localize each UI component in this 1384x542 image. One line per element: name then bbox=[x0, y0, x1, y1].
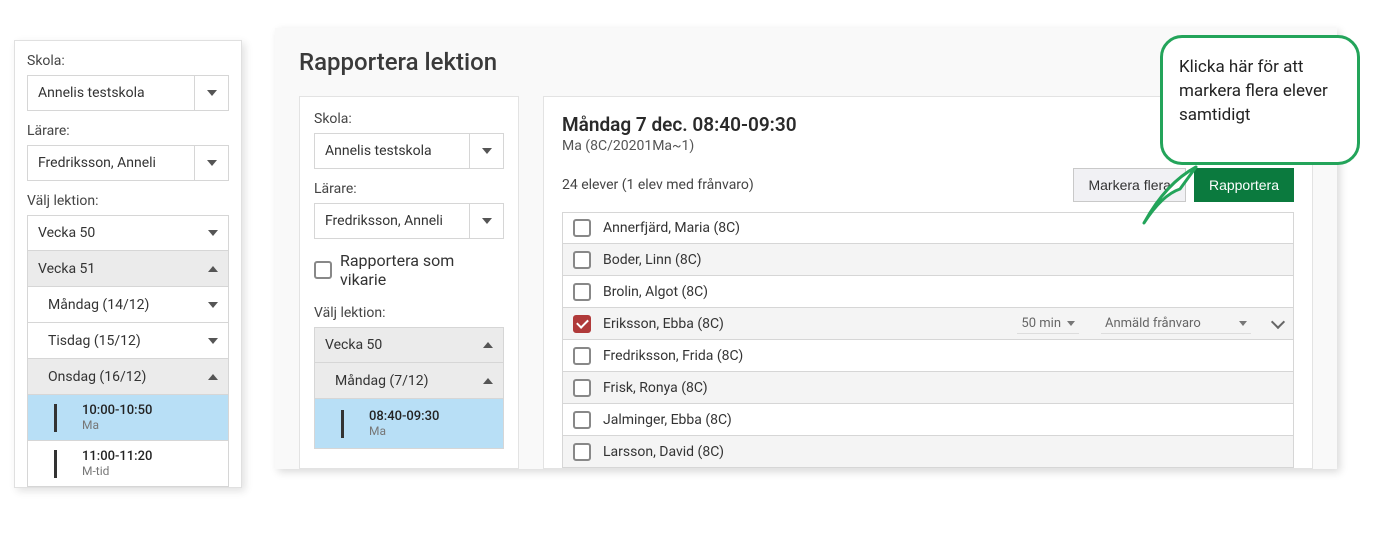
school-select[interactable]: Annelis testskola bbox=[27, 75, 229, 111]
duration-select[interactable]: 50 min bbox=[1017, 314, 1079, 334]
student-name: Larsson, David (8C) bbox=[603, 444, 1283, 460]
lesson-label: Välj lektion: bbox=[27, 193, 229, 209]
lesson-time: 10:00-10:50 bbox=[82, 403, 152, 418]
student-checkbox[interactable] bbox=[573, 379, 591, 397]
student-summary: 24 elever (1 elev med frånvaro) bbox=[562, 177, 1065, 193]
chevron-up-icon bbox=[208, 374, 218, 380]
student-name: Brolin, Algot (8C) bbox=[603, 284, 1283, 300]
chevron-down-icon bbox=[194, 146, 228, 180]
lesson-subject: M-tid bbox=[82, 464, 152, 478]
lesson-time: 11:00-11:20 bbox=[82, 449, 152, 464]
chevron-up-icon bbox=[208, 266, 218, 272]
student-name: Fredriksson, Frida (8C) bbox=[603, 348, 1283, 364]
teacher-label: Lärare: bbox=[27, 123, 229, 139]
student-name: Jalminger, Ebba (8C) bbox=[603, 412, 1283, 428]
student-checkbox[interactable] bbox=[573, 411, 591, 429]
lesson-marker-icon bbox=[54, 450, 74, 478]
week-label: Vecka 50 bbox=[325, 337, 483, 353]
day-label: Onsdag (16/12) bbox=[48, 369, 208, 385]
school-label: Skola: bbox=[27, 53, 229, 69]
day-item[interactable]: Tisdag (15/12) bbox=[27, 323, 229, 359]
school-select[interactable]: Annelis testskola bbox=[314, 133, 504, 169]
duration-value: 50 min bbox=[1021, 316, 1061, 331]
day-item[interactable]: Onsdag (16/12) bbox=[27, 359, 229, 395]
student-checkbox[interactable] bbox=[573, 443, 591, 461]
teacher-select[interactable]: Fredriksson, Anneli bbox=[314, 203, 504, 239]
substitute-checkbox-row[interactable]: Rapportera som vikarie bbox=[314, 251, 504, 289]
student-row[interactable]: Fredriksson, Frida (8C) bbox=[562, 340, 1294, 372]
student-checkbox[interactable] bbox=[573, 315, 591, 333]
chevron-down-icon bbox=[208, 338, 218, 344]
student-checkbox[interactable] bbox=[573, 219, 591, 237]
teacher-select-value: Fredriksson, Anneli bbox=[315, 213, 469, 229]
sidebar-panel: Skola: Annelis testskola Lärare: Fredrik… bbox=[14, 40, 242, 488]
school-select-value: Annelis testskola bbox=[315, 143, 469, 159]
student-row[interactable]: Brolin, Algot (8C) bbox=[562, 276, 1294, 308]
student-checkbox[interactable] bbox=[573, 251, 591, 269]
lesson-marker-icon bbox=[341, 410, 361, 438]
lesson-item[interactable]: 11:00-11:20 M-tid bbox=[27, 441, 229, 487]
chevron-down-icon bbox=[469, 204, 503, 238]
week-label: Vecka 51 bbox=[38, 261, 208, 277]
student-checkbox[interactable] bbox=[573, 283, 591, 301]
student-row[interactable]: Eriksson, Ebba (8C) 50 min Anmäld frånva… bbox=[562, 308, 1294, 340]
student-name: Eriksson, Ebba (8C) bbox=[603, 316, 1005, 332]
student-name: Frisk, Ronya (8C) bbox=[603, 380, 1283, 396]
day-item[interactable]: Måndag (14/12) bbox=[27, 287, 229, 323]
week-item[interactable]: Vecka 50 bbox=[314, 327, 504, 363]
chevron-down-icon bbox=[208, 302, 218, 308]
student-checkbox[interactable] bbox=[573, 347, 591, 365]
lesson-item[interactable]: 10:00-10:50 Ma bbox=[27, 395, 229, 441]
substitute-checkbox[interactable] bbox=[314, 261, 332, 279]
substitute-label: Rapportera som vikarie bbox=[340, 251, 504, 289]
lesson-item[interactable]: 08:40-09:30 Ma bbox=[314, 399, 504, 449]
chevron-up-icon bbox=[483, 378, 493, 384]
reason-value: Anmäld frånvaro bbox=[1105, 316, 1233, 331]
chevron-down-icon bbox=[1239, 321, 1247, 326]
reason-select[interactable]: Anmäld frånvaro bbox=[1101, 314, 1251, 334]
student-list: Annerfjärd, Maria (8C) Boder, Linn (8C) … bbox=[562, 212, 1294, 468]
week-label: Vecka 50 bbox=[38, 225, 208, 241]
lesson-time: 08:40-09:30 bbox=[369, 409, 439, 424]
chevron-down-icon bbox=[1067, 321, 1075, 326]
lesson-label: Välj lektion: bbox=[314, 305, 504, 321]
student-name: Boder, Linn (8C) bbox=[603, 252, 1283, 268]
student-row[interactable]: Boder, Linn (8C) bbox=[562, 244, 1294, 276]
teacher-select[interactable]: Fredriksson, Anneli bbox=[27, 145, 229, 181]
lesson-subject: Ma bbox=[369, 424, 439, 438]
week-item[interactable]: Vecka 50 bbox=[27, 215, 229, 251]
week-item[interactable]: Vecka 51 bbox=[27, 251, 229, 287]
chevron-up-icon bbox=[483, 342, 493, 348]
school-select-value: Annelis testskola bbox=[28, 85, 194, 101]
lesson-subject: Ma bbox=[82, 418, 152, 432]
student-row[interactable]: Jalminger, Ebba (8C) bbox=[562, 404, 1294, 436]
student-row[interactable]: Frisk, Ronya (8C) bbox=[562, 372, 1294, 404]
student-row[interactable]: Larsson, David (8C) bbox=[562, 436, 1294, 468]
school-label: Skola: bbox=[314, 111, 504, 127]
filter-column: Skola: Annelis testskola Lärare: Fredrik… bbox=[299, 96, 519, 469]
chevron-down-icon bbox=[469, 134, 503, 168]
report-button[interactable]: Rapportera bbox=[1194, 168, 1294, 202]
day-label: Tisdag (15/12) bbox=[48, 333, 208, 349]
help-callout: Klicka här för att markera flera elever … bbox=[1160, 35, 1360, 165]
day-label: Måndag (14/12) bbox=[48, 297, 208, 313]
expand-icon[interactable] bbox=[1271, 314, 1285, 328]
callout-text: Klicka här för att markera flera elever … bbox=[1179, 57, 1328, 125]
day-label: Måndag (7/12) bbox=[335, 373, 483, 389]
day-item[interactable]: Måndag (7/12) bbox=[314, 363, 504, 399]
chevron-down-icon bbox=[194, 76, 228, 110]
lesson-marker-icon bbox=[54, 404, 74, 432]
callout-tail-icon bbox=[1140, 165, 1200, 235]
teacher-select-value: Fredriksson, Anneli bbox=[28, 155, 194, 171]
chevron-down-icon bbox=[208, 230, 218, 236]
teacher-label: Lärare: bbox=[314, 181, 504, 197]
